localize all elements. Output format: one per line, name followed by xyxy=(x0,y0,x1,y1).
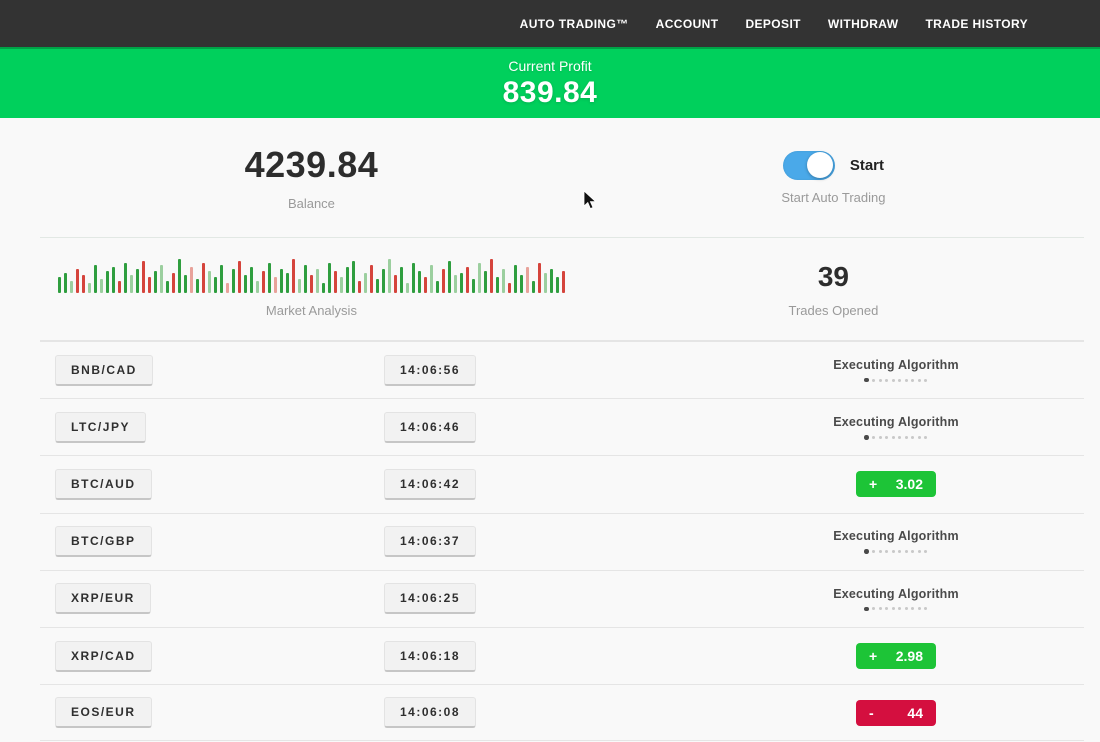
time-chip: 14:06:18 xyxy=(384,641,476,672)
market-analysis-label: Market Analysis xyxy=(266,303,357,318)
result-badge: + 2.98 xyxy=(856,643,936,669)
nav-item-withdraw[interactable]: WITHDRAW xyxy=(828,17,899,31)
result-badge: - 44 xyxy=(856,700,936,726)
trades-opened-block: 39 Trades Opened xyxy=(583,238,1084,340)
status-executing: Executing Algorithm xyxy=(833,415,959,440)
trade-row: LTC/JPY 14:06:46 Executing Algorithm xyxy=(40,398,1084,455)
pair-chip: BTC/AUD xyxy=(55,469,152,500)
nav-item-trade-history[interactable]: TRADE HISTORY xyxy=(925,17,1028,31)
trade-row: EOS/EUR 14:06:08 - 44 xyxy=(40,684,1084,741)
result-sign: + xyxy=(869,476,877,492)
toggle-knob-icon xyxy=(807,152,833,178)
result-sign: + xyxy=(869,648,877,664)
trade-row: XRP/EUR 14:06:25 Executing Algorithm xyxy=(40,570,1084,627)
pair-chip: BTC/GBP xyxy=(55,526,152,557)
auto-trading-block: Start Start Auto Trading xyxy=(583,118,1084,237)
nav-item-account[interactable]: ACCOUNT xyxy=(656,17,719,31)
pair-chip: LTC/JPY xyxy=(55,412,146,443)
progress-dots-icon xyxy=(864,435,927,440)
trade-row: BTC/GBP 14:06:37 Executing Algorithm xyxy=(40,513,1084,570)
trade-row: BNB/CAD 14:06:56 Executing Algorithm xyxy=(40,341,1084,398)
profit-banner: Current Profit 839.84 xyxy=(0,47,1100,118)
time-chip: 14:06:25 xyxy=(384,583,476,614)
dashboard: 4239.84 Balance Start Start Auto Trading… xyxy=(0,118,1100,741)
trades-opened-value: 39 xyxy=(818,261,849,293)
executing-label: Executing Algorithm xyxy=(833,529,959,543)
balance-label: Balance xyxy=(288,196,335,211)
result-value: 44 xyxy=(907,705,923,721)
time-chip: 14:06:08 xyxy=(384,697,476,728)
result-badge: + 3.02 xyxy=(856,471,936,497)
progress-dots-icon xyxy=(864,549,927,554)
profit-banner-label: Current Profit xyxy=(508,58,591,74)
pair-chip: XRP/EUR xyxy=(55,583,151,614)
pair-chip: BNB/CAD xyxy=(55,355,153,386)
toggle-state-label: Start xyxy=(850,157,884,174)
status-executing: Executing Algorithm xyxy=(833,358,959,383)
trade-row: XRP/CAD 14:06:18 + 2.98 xyxy=(40,627,1084,684)
trade-row: BTC/AUD 14:06:42 + 3.02 xyxy=(40,455,1084,512)
nav-item-auto-trading[interactable]: AUTO TRADING™ xyxy=(520,17,629,31)
auto-trading-toggle[interactable] xyxy=(783,151,835,180)
status-executing: Executing Algorithm xyxy=(833,529,959,554)
profit-banner-value: 839.84 xyxy=(503,76,598,110)
pair-chip: EOS/EUR xyxy=(55,697,152,728)
progress-dots-icon xyxy=(864,378,927,383)
top-nav: AUTO TRADING™ ACCOUNT DEPOSIT WITHDRAW T… xyxy=(0,0,1100,47)
market-section: Market Analysis 39 Trades Opened xyxy=(40,238,1084,341)
nav-item-deposit[interactable]: DEPOSIT xyxy=(745,17,800,31)
executing-label: Executing Algorithm xyxy=(833,415,959,429)
result-sign: - xyxy=(869,705,874,721)
status-executing: Executing Algorithm xyxy=(833,587,959,612)
trades-opened-label: Trades Opened xyxy=(789,303,879,318)
result-value: 3.02 xyxy=(896,476,923,492)
balance-value: 4239.84 xyxy=(245,144,379,186)
time-chip: 14:06:42 xyxy=(384,469,476,500)
balance-section: 4239.84 Balance Start Start Auto Trading xyxy=(40,118,1084,238)
market-analysis-block: Market Analysis xyxy=(40,238,583,340)
time-chip: 14:06:46 xyxy=(384,412,476,443)
trade-list: BNB/CAD 14:06:56 Executing Algorithm LTC… xyxy=(40,341,1084,741)
executing-label: Executing Algorithm xyxy=(833,358,959,372)
time-chip: 14:06:37 xyxy=(384,526,476,557)
balance-block: 4239.84 Balance xyxy=(40,118,583,237)
pair-chip: XRP/CAD xyxy=(55,641,152,672)
market-analysis-chart xyxy=(58,261,565,293)
time-chip: 14:06:56 xyxy=(384,355,476,386)
executing-label: Executing Algorithm xyxy=(833,587,959,601)
result-value: 2.98 xyxy=(896,648,923,664)
progress-dots-icon xyxy=(864,607,927,612)
toggle-caption: Start Auto Trading xyxy=(781,190,885,205)
